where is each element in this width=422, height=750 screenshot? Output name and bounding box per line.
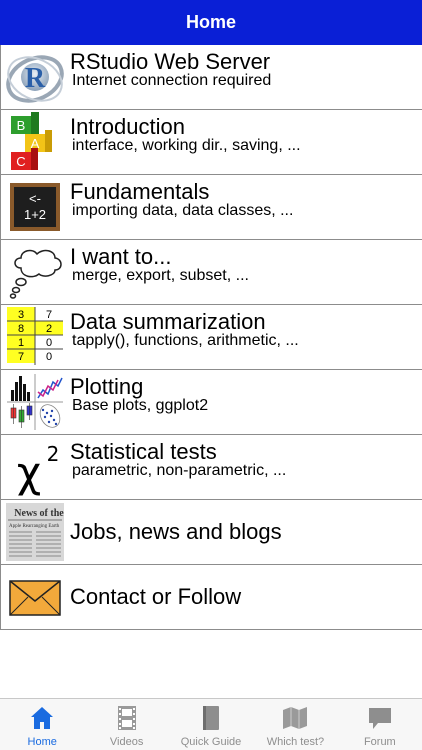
table-cell: 7: [18, 351, 24, 363]
menu-item-introduction[interactable]: B A C Introduction interface, working di…: [0, 110, 422, 175]
board-expr: 1+2: [24, 207, 46, 222]
chi-squared-icon: χ 2: [17, 442, 60, 497]
menu-item-subtitle: tapply(), functions, arithmetic, ...: [72, 332, 299, 349]
tab-label: Forum: [363, 736, 396, 748]
chalkboard-icon: <- 1+2: [10, 183, 60, 231]
menu-item-statistical-tests[interactable]: χ 2 Statistical tests parametric, non-pa…: [0, 435, 422, 500]
chat-icon: [368, 708, 391, 729]
menu-list: R RStudio Web Server Internet connection…: [0, 45, 422, 630]
menu-item-i-want-to[interactable]: I want to... merge, export, subset, ...: [0, 240, 422, 305]
home-icon: [31, 707, 54, 729]
page-title: Home: [185, 12, 236, 32]
menu-item-subtitle: Internet connection required: [72, 72, 272, 89]
menu-item-data-summarization[interactable]: 3 7 8 2 1 0 7 0 Data summarization tappl…: [0, 305, 422, 370]
table-cell: 0: [46, 337, 52, 349]
tab-label: Quick Guide: [180, 736, 242, 748]
table-cell: 7: [46, 309, 52, 321]
table-icon: 3 7 8 2 1 0 7 0: [5, 307, 65, 367]
abc-blocks-icon: B A C: [11, 112, 52, 170]
chi-symbol: χ: [17, 448, 41, 497]
newspaper-icon: News of the Apple Rearranging Earth: [6, 503, 64, 561]
board-arrow: <-: [29, 191, 41, 206]
thought-bubble-icon: [9, 249, 62, 299]
table-cell: 1: [18, 337, 24, 349]
menu-item-subtitle: merge, export, subset, ...: [72, 267, 249, 284]
tab-label: Videos: [109, 736, 144, 748]
menu-item-rstudio[interactable]: R RStudio Web Server Internet connection…: [0, 45, 422, 110]
book-icon: [203, 706, 220, 730]
film-icon: [117, 706, 136, 730]
menu-item-contact-follow[interactable]: Contact or Follow: [0, 565, 422, 630]
map-icon: [283, 707, 308, 729]
newspaper-headline: Apple Rearranging Earth: [9, 524, 60, 529]
block-b: B: [17, 118, 26, 133]
envelope-icon: [9, 580, 61, 616]
menu-item-title: Contact or Follow: [70, 584, 242, 609]
menu-item-subtitle: interface, working dir., saving, ...: [72, 137, 301, 154]
chi-exponent: 2: [47, 442, 60, 466]
menu-item-subtitle: parametric, non-parametric, ...: [72, 462, 287, 479]
plots-icon: [7, 374, 63, 430]
block-c: C: [16, 154, 25, 169]
table-cell: 0: [46, 351, 52, 363]
table-cell: 3: [18, 309, 24, 321]
tab-quick-guide[interactable]: Quick Guide: [169, 699, 253, 750]
tab-label: Home: [27, 736, 57, 748]
nav-bar: Home: [0, 0, 422, 45]
tab-which-test[interactable]: Which test?: [253, 699, 337, 750]
menu-item-subtitle: importing data, data classes, ...: [72, 202, 294, 219]
tab-label: Which test?: [266, 736, 325, 748]
table-cell: 8: [18, 323, 24, 335]
menu-item-title: Jobs, news and blogs: [70, 519, 282, 544]
svg-text:R: R: [25, 63, 46, 94]
menu-item-fundamentals[interactable]: <- 1+2 Fundamentals importing data, data…: [0, 175, 422, 240]
tab-videos[interactable]: Videos: [84, 699, 168, 750]
menu-item-plotting[interactable]: Plotting Base plots, ggplot2: [0, 370, 422, 435]
menu-item-subtitle: Base plots, ggplot2: [72, 397, 209, 414]
menu-item-jobs-news-blogs[interactable]: News of the Apple Rearranging Earth Jobs…: [0, 500, 422, 565]
tab-forum[interactable]: Forum: [338, 699, 422, 750]
table-cell: 2: [46, 323, 52, 335]
tab-bar: Home Videos Quick Guide Which test? Foru…: [0, 698, 422, 750]
tab-home[interactable]: Home: [0, 699, 84, 750]
r-logo-icon: R: [6, 55, 64, 103]
newspaper-masthead: News of the: [14, 508, 64, 519]
